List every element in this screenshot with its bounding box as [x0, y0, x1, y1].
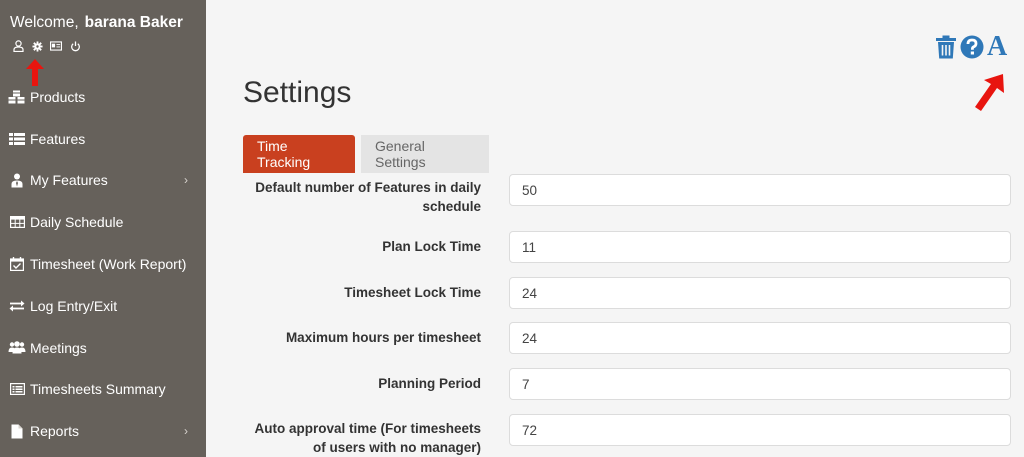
exchange-icon [8, 299, 26, 313]
sidebar-item-label: Daily Schedule [30, 214, 124, 231]
tab-time-tracking[interactable]: Time Tracking [243, 135, 355, 173]
chevron-right-icon: › [184, 173, 188, 188]
calendar-check-icon [8, 257, 26, 272]
sidebar-item-daily-schedule[interactable]: Daily Schedule [0, 201, 206, 243]
gear-icon[interactable] [31, 40, 43, 52]
sidebar-item-timesheet[interactable]: Timesheet (Work Report) [0, 243, 206, 285]
sidebar-item-timesheets-summary[interactable]: Timesheets Summary [0, 369, 206, 411]
sidebar-item-label: Meetings [30, 339, 87, 356]
sidebar-item-products[interactable]: Products [0, 76, 206, 118]
user-tie-icon [8, 173, 26, 188]
welcome-text: Welcome, barana Baker [10, 14, 183, 32]
user-icons [12, 40, 81, 52]
label-line: Timesheet Lock Time [344, 285, 481, 300]
label-line: Auto approval time (For timesheets [254, 421, 481, 436]
auto-approval-label: Auto approval time (For timesheets of us… [243, 419, 481, 457]
default-features-label: Default number of Features in daily sche… [243, 178, 481, 216]
label-line: schedule [422, 199, 481, 214]
planning-period-label: Planning Period [243, 374, 481, 393]
sidebar-item-label: Products [30, 88, 86, 105]
label-line: Default number of Features in daily [255, 180, 481, 195]
users-icon [8, 341, 26, 355]
trash-icon[interactable] [935, 35, 957, 59]
settings-tabs: Time Tracking General Settings [243, 135, 495, 173]
id-card-icon[interactable] [50, 40, 62, 52]
sidebar-item-label: Timesheet (Work Report) [30, 256, 187, 273]
font-size-icon[interactable]: A [987, 33, 1007, 61]
sidebar-item-features[interactable]: Features [0, 118, 206, 160]
sidebar-nav: Products Features My Features › Daily Sc… [0, 76, 206, 452]
auto-approval-input[interactable] [509, 414, 1011, 446]
user-name: barana Baker [84, 14, 183, 31]
sidebar: Welcome, barana Baker Products Features … [0, 0, 206, 457]
sidebar-item-meetings[interactable]: Meetings [0, 327, 206, 369]
planning-period-input[interactable] [509, 368, 1011, 400]
user-icon[interactable] [12, 40, 24, 52]
max-hours-input[interactable] [509, 322, 1011, 354]
top-toolbar: A [935, 33, 1007, 61]
timesheet-lock-time-input[interactable] [509, 277, 1011, 309]
sidebar-item-label: Log Entry/Exit [30, 297, 118, 314]
sidebar-item-reports[interactable]: Reports › [0, 410, 206, 452]
timesheet-lock-time-label: Timesheet Lock Time [243, 283, 481, 302]
file-icon [8, 424, 26, 439]
default-features-input[interactable] [509, 174, 1011, 206]
label-line: of users with no manager) [312, 440, 481, 455]
sidebar-item-label: My Features [30, 172, 108, 189]
plan-lock-time-input[interactable] [509, 231, 1011, 263]
table-icon [8, 215, 26, 229]
sidebar-item-my-features[interactable]: My Features › [0, 160, 206, 202]
tab-general-settings[interactable]: General Settings [361, 135, 489, 173]
max-hours-label: Maximum hours per timesheet [243, 328, 481, 347]
list-icon [8, 132, 26, 146]
cubes-icon [8, 90, 26, 104]
sidebar-item-log-entry-exit[interactable]: Log Entry/Exit [0, 285, 206, 327]
page-title: Settings [243, 76, 352, 109]
label-line: Planning Period [378, 376, 481, 391]
chevron-right-icon: › [184, 424, 188, 439]
sidebar-item-label: Timesheets Summary [30, 381, 166, 398]
sidebar-item-label: Reports [30, 423, 80, 440]
annotation-arrow-icon [975, 74, 1004, 111]
sidebar-item-label: Features [30, 130, 86, 147]
power-icon[interactable] [69, 40, 81, 52]
list-alt-icon [8, 382, 26, 396]
plan-lock-time-label: Plan Lock Time [243, 237, 481, 256]
label-line: Maximum hours per timesheet [285, 330, 481, 345]
help-icon[interactable] [960, 35, 984, 59]
welcome-prefix: Welcome, [10, 14, 79, 31]
label-line: Plan Lock Time [382, 239, 481, 254]
